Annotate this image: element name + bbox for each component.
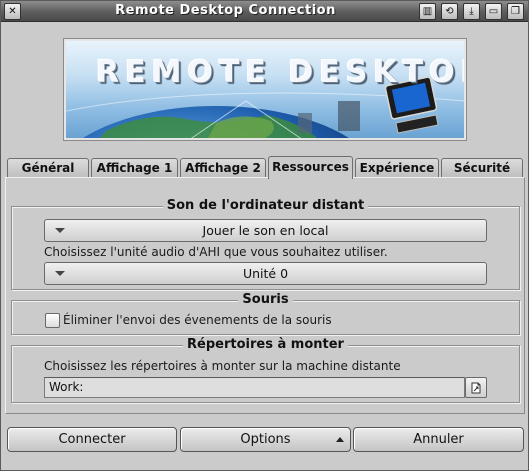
suppress-mouse-events-label[interactable]: Éliminer l'envoi des évenements de la so… [63, 313, 332, 327]
cancel-button[interactable]: Annuler [353, 427, 524, 452]
close-icon[interactable]: ✕ [4, 3, 21, 20]
tab-display-1[interactable]: Affichage 1 [91, 158, 178, 178]
group-mount-drives-title: Répertoires à monter [183, 337, 348, 352]
sound-device-hint: Choisissez l'unité audio d'AHI que vous … [44, 245, 388, 259]
sound-device-value: Unité 0 [242, 266, 289, 281]
group-mount-drives: Répertoires à monter Choisissez les répe… [11, 337, 520, 403]
group-mouse-title: Souris [238, 292, 293, 307]
zoom-icon[interactable]: ▭ [485, 3, 502, 20]
options-button-label: Options [240, 432, 291, 447]
window-title: Remote Desktop Connection [115, 3, 336, 18]
banner-title: REMOTE DESKTOP [96, 55, 466, 90]
title-bar[interactable]: ✕ Remote Desktop Connection ▥ ⟲ ⤓ ▭ ❐ [1, 1, 528, 22]
popup-arrow-icon [55, 228, 65, 233]
rdc-window: ✕ Remote Desktop Connection ▥ ⟲ ⤓ ▭ ❐ RE… [0, 0, 529, 471]
mount-path-input[interactable]: Work: [44, 377, 465, 398]
file-icon[interactable] [465, 377, 487, 398]
depth-icon[interactable]: ❐ [507, 3, 524, 20]
tab-security[interactable]: Sécurité [441, 158, 523, 178]
connect-button[interactable]: Connecter [7, 427, 177, 452]
group-remote-sound: Son de l'ordinateur distant Jouer le son… [11, 198, 520, 290]
suppress-mouse-events-checkbox[interactable] [45, 313, 60, 328]
expand-up-icon [336, 437, 344, 442]
iconify-icon[interactable]: ▥ [419, 3, 436, 20]
options-button[interactable]: Options [180, 427, 351, 452]
jump-icon[interactable]: ⤓ [463, 3, 480, 20]
rdc-banner: REMOTE DESKTOP [63, 38, 467, 141]
tab-experience[interactable]: Expérience [355, 158, 439, 178]
tab-resources[interactable]: Ressources [268, 156, 353, 179]
mount-drives-hint: Choisissez les répertoires à monter sur … [44, 359, 401, 373]
popup-arrow-icon [55, 271, 65, 276]
tab-general[interactable]: Général [7, 158, 89, 178]
sound-device-popup[interactable]: Unité 0 [44, 262, 487, 285]
snapshot-icon[interactable]: ⟲ [441, 3, 458, 20]
group-remote-sound-title: Son de l'ordinateur distant [162, 198, 369, 213]
tab-bar: Général Affichage 1 Affichage 2 Ressourc… [7, 156, 523, 179]
sound-mode-popup[interactable]: Jouer le son en local [44, 219, 487, 242]
group-mouse: Souris Éliminer l'envoi des évenements d… [11, 292, 520, 335]
tab-display-2[interactable]: Affichage 2 [180, 158, 266, 178]
sound-mode-value: Jouer le son en local [202, 223, 329, 238]
